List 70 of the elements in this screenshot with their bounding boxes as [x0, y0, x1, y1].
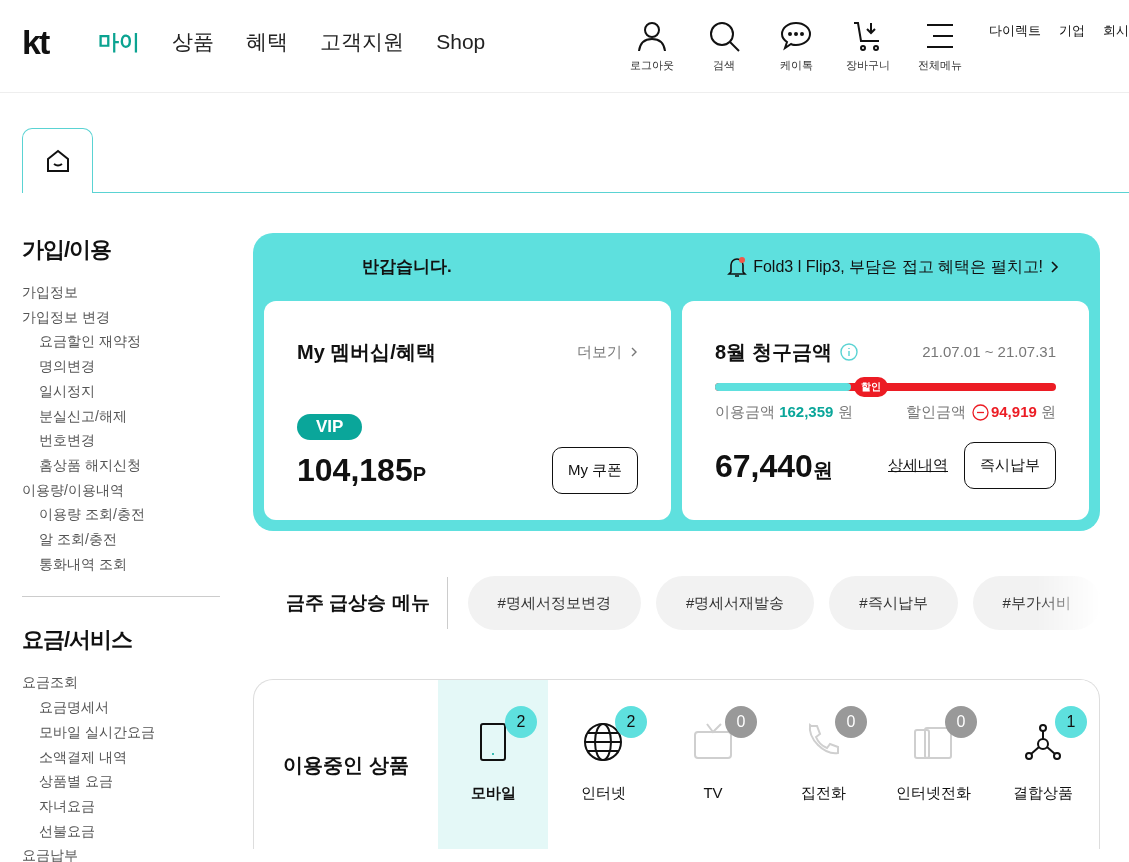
sidebar-item[interactable]: 요금납부	[22, 843, 220, 862]
usage-amount: 이용금액 162,359 원	[715, 402, 853, 422]
sidebar-item[interactable]: 가입정보	[22, 280, 220, 305]
count-badge: 1	[1055, 706, 1087, 738]
hashtag-chip[interactable]: #명세서정보변경	[467, 576, 641, 630]
sidebar-subitem[interactable]: 홈상품 해지신청	[22, 452, 220, 478]
utility-button[interactable]: 케이톡	[771, 18, 821, 74]
sidebar-subitem[interactable]: 명의변경	[22, 354, 220, 379]
sidebar-item[interactable]: 가입정보 변경	[22, 304, 220, 330]
detail-link[interactable]: 상세내역	[888, 454, 948, 477]
sidebar-subitem[interactable]: 요금할인 재약정	[22, 329, 220, 355]
trending-title: 금주 급상승 메뉴	[286, 577, 448, 629]
utility-button[interactable]: 검색	[699, 18, 749, 74]
discount-label: 할인금액	[905, 402, 966, 422]
header-link[interactable]: 기업	[1059, 21, 1085, 41]
sidebar-subitem[interactable]: 선불요금	[22, 818, 220, 844]
globe-icon	[581, 720, 625, 764]
sidebar-subitem[interactable]: 이용량 조회/충전	[22, 502, 220, 528]
sidebar-subitem[interactable]: 번호변경	[22, 428, 220, 453]
chevron-right-icon	[630, 346, 638, 358]
notice-link[interactable]: Fold3 l Flip3, 부담은 접고 혜택은 펼치고!	[727, 255, 1059, 279]
billing-period: 21.07.01 ~ 21.07.31	[922, 341, 1056, 362]
utility-button[interactable]: 장바구니	[843, 18, 893, 74]
hashtag-chip[interactable]: #즉시납부	[829, 576, 958, 630]
sidebar-subitem[interactable]: 요금명세서	[22, 695, 220, 720]
sidebar-subitem[interactable]: 모바일 실시간요금	[22, 719, 220, 745]
product-tab[interactable]: 2 모바일	[438, 680, 548, 849]
sidebar-subitem[interactable]: 소액결제 내역	[22, 744, 220, 770]
nav-link[interactable]: 상품	[172, 26, 215, 58]
products-title: 이용중인 상품	[282, 752, 410, 778]
kt-logo[interactable]: kt	[22, 25, 49, 59]
minus-circle-icon	[971, 403, 989, 421]
utility-button[interactable]: 로그아웃	[627, 18, 677, 74]
sidebar-heading: 가입/이용	[22, 236, 113, 264]
coupon-button[interactable]: My 쿠폰	[552, 447, 638, 494]
nav-link[interactable]: 혜택	[246, 26, 289, 58]
nav-link[interactable]: Shop	[436, 26, 486, 58]
more-link[interactable]: 더보기	[577, 340, 638, 364]
discount-amount: 94,919 원	[990, 402, 1056, 422]
points-amount: 104,185P	[297, 451, 426, 490]
count-badge: 2	[505, 706, 537, 738]
sidebar-subitem[interactable]: 통화내역 조회	[22, 551, 220, 577]
sidebar-subitem[interactable]: 일시정지	[22, 378, 220, 404]
nav-link[interactable]: 고객지원	[320, 26, 405, 58]
card-title: 8월 청구금액	[715, 340, 832, 365]
greeting-text: 반갑습니다.	[362, 256, 452, 279]
sidebar-subitem[interactable]: 분실신고/해제	[22, 403, 220, 429]
pay-button[interactable]: 즉시납부	[964, 442, 1056, 489]
bell-icon	[727, 256, 748, 278]
total-amount: 67,440원	[715, 446, 833, 486]
hashtag-chip[interactable]: #명세서재발송	[655, 576, 815, 630]
grade-badge: VIP	[297, 414, 363, 440]
sidebar-subitem[interactable]: 상품별 요금	[22, 769, 220, 794]
sidebar-subitem[interactable]: 알 조회/충전	[22, 527, 220, 552]
count-badge: 0	[945, 706, 977, 738]
card-title: My 멤버십/혜택	[297, 340, 436, 365]
home-tab[interactable]	[22, 128, 93, 193]
sidebar-item[interactable]: 이용량/이용내역	[22, 477, 220, 503]
sidebar-subitem[interactable]: 자녀요금	[22, 793, 220, 819]
chevron-right-icon	[1049, 260, 1059, 274]
count-badge: 0	[725, 706, 757, 738]
sidebar-item[interactable]: 요금조회	[22, 670, 220, 696]
utility-button[interactable]: 전체메뉴	[915, 18, 965, 74]
count-badge: 2	[615, 706, 647, 738]
discount-tag: 할인	[854, 377, 889, 397]
home-icon	[44, 148, 71, 174]
count-badge: 0	[835, 706, 867, 738]
sidebar-heading: 요금/서비스	[22, 626, 134, 655]
header-link[interactable]: 회시	[1103, 21, 1129, 41]
header-link[interactable]: 다이렉트	[989, 21, 1041, 41]
